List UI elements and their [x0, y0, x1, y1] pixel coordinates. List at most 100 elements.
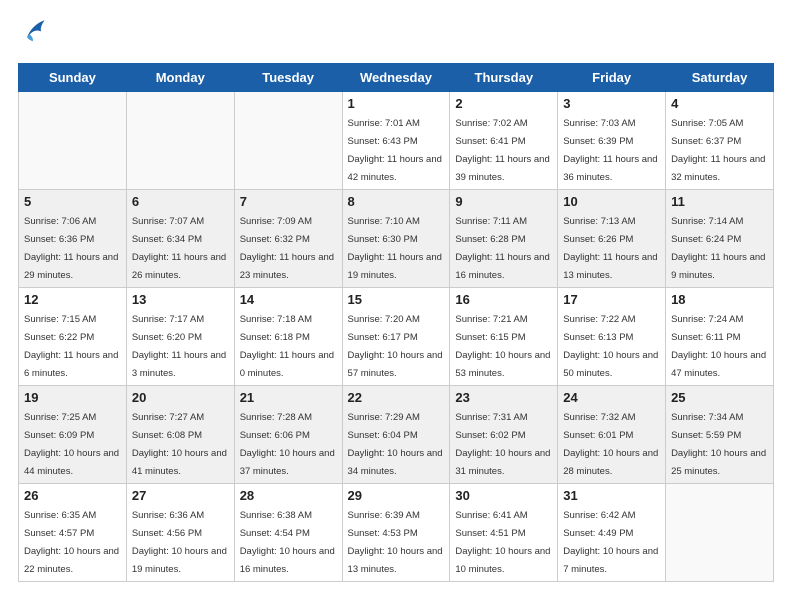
day-info: Sunrise: 7:21 AMSunset: 6:15 PMDaylight:… — [455, 314, 550, 379]
col-saturday: Saturday — [666, 64, 774, 92]
day-info: Sunrise: 7:09 AMSunset: 6:32 PMDaylight:… — [240, 216, 334, 281]
table-row: 8 Sunrise: 7:10 AMSunset: 6:30 PMDayligh… — [342, 190, 450, 288]
table-row: 6 Sunrise: 7:07 AMSunset: 6:34 PMDayligh… — [126, 190, 234, 288]
day-number: 9 — [455, 194, 552, 209]
day-number: 2 — [455, 96, 552, 111]
calendar-week-row: 12 Sunrise: 7:15 AMSunset: 6:22 PMDaylig… — [19, 288, 774, 386]
day-number: 30 — [455, 488, 552, 503]
table-row: 13 Sunrise: 7:17 AMSunset: 6:20 PMDaylig… — [126, 288, 234, 386]
day-number: 14 — [240, 292, 337, 307]
day-number: 16 — [455, 292, 552, 307]
day-number: 19 — [24, 390, 121, 405]
day-number: 23 — [455, 390, 552, 405]
table-row: 29 Sunrise: 6:39 AMSunset: 4:53 PMDaylig… — [342, 484, 450, 582]
day-info: Sunrise: 7:02 AMSunset: 6:41 PMDaylight:… — [455, 118, 549, 183]
day-info: Sunrise: 6:36 AMSunset: 4:56 PMDaylight:… — [132, 510, 227, 575]
logo-bird-icon — [20, 16, 48, 44]
table-row: 3 Sunrise: 7:03 AMSunset: 6:39 PMDayligh… — [558, 92, 666, 190]
page: Sunday Monday Tuesday Wednesday Thursday… — [0, 0, 792, 594]
table-row: 21 Sunrise: 7:28 AMSunset: 6:06 PMDaylig… — [234, 386, 342, 484]
day-number: 4 — [671, 96, 768, 111]
table-row: 30 Sunrise: 6:41 AMSunset: 4:51 PMDaylig… — [450, 484, 558, 582]
table-row: 9 Sunrise: 7:11 AMSunset: 6:28 PMDayligh… — [450, 190, 558, 288]
day-info: Sunrise: 7:27 AMSunset: 6:08 PMDaylight:… — [132, 412, 227, 477]
logo — [18, 18, 48, 49]
header — [18, 18, 774, 49]
table-row — [19, 92, 127, 190]
day-number: 1 — [348, 96, 445, 111]
day-info: Sunrise: 7:32 AMSunset: 6:01 PMDaylight:… — [563, 412, 658, 477]
table-row: 19 Sunrise: 7:25 AMSunset: 6:09 PMDaylig… — [19, 386, 127, 484]
calendar-table: Sunday Monday Tuesday Wednesday Thursday… — [18, 63, 774, 582]
day-info: Sunrise: 7:15 AMSunset: 6:22 PMDaylight:… — [24, 314, 118, 379]
table-row: 10 Sunrise: 7:13 AMSunset: 6:26 PMDaylig… — [558, 190, 666, 288]
table-row: 2 Sunrise: 7:02 AMSunset: 6:41 PMDayligh… — [450, 92, 558, 190]
table-row: 28 Sunrise: 6:38 AMSunset: 4:54 PMDaylig… — [234, 484, 342, 582]
day-info: Sunrise: 6:39 AMSunset: 4:53 PMDaylight:… — [348, 510, 443, 575]
calendar-header-row: Sunday Monday Tuesday Wednesday Thursday… — [19, 64, 774, 92]
day-info: Sunrise: 7:28 AMSunset: 6:06 PMDaylight:… — [240, 412, 335, 477]
table-row: 4 Sunrise: 7:05 AMSunset: 6:37 PMDayligh… — [666, 92, 774, 190]
day-number: 21 — [240, 390, 337, 405]
day-number: 29 — [348, 488, 445, 503]
day-info: Sunrise: 7:29 AMSunset: 6:04 PMDaylight:… — [348, 412, 443, 477]
day-info: Sunrise: 6:38 AMSunset: 4:54 PMDaylight:… — [240, 510, 335, 575]
day-number: 10 — [563, 194, 660, 209]
table-row: 31 Sunrise: 6:42 AMSunset: 4:49 PMDaylig… — [558, 484, 666, 582]
day-number: 26 — [24, 488, 121, 503]
day-number: 31 — [563, 488, 660, 503]
col-sunday: Sunday — [19, 64, 127, 92]
day-number: 13 — [132, 292, 229, 307]
day-number: 8 — [348, 194, 445, 209]
day-info: Sunrise: 7:13 AMSunset: 6:26 PMDaylight:… — [563, 216, 657, 281]
calendar-week-row: 1 Sunrise: 7:01 AMSunset: 6:43 PMDayligh… — [19, 92, 774, 190]
table-row: 17 Sunrise: 7:22 AMSunset: 6:13 PMDaylig… — [558, 288, 666, 386]
day-number: 17 — [563, 292, 660, 307]
day-number: 27 — [132, 488, 229, 503]
day-info: Sunrise: 7:31 AMSunset: 6:02 PMDaylight:… — [455, 412, 550, 477]
day-info: Sunrise: 7:25 AMSunset: 6:09 PMDaylight:… — [24, 412, 119, 477]
day-info: Sunrise: 7:11 AMSunset: 6:28 PMDaylight:… — [455, 216, 549, 281]
table-row: 24 Sunrise: 7:32 AMSunset: 6:01 PMDaylig… — [558, 386, 666, 484]
col-wednesday: Wednesday — [342, 64, 450, 92]
day-number: 11 — [671, 194, 768, 209]
calendar-week-row: 19 Sunrise: 7:25 AMSunset: 6:09 PMDaylig… — [19, 386, 774, 484]
day-number: 7 — [240, 194, 337, 209]
table-row — [666, 484, 774, 582]
table-row: 26 Sunrise: 6:35 AMSunset: 4:57 PMDaylig… — [19, 484, 127, 582]
day-number: 22 — [348, 390, 445, 405]
table-row: 23 Sunrise: 7:31 AMSunset: 6:02 PMDaylig… — [450, 386, 558, 484]
day-info: Sunrise: 7:07 AMSunset: 6:34 PMDaylight:… — [132, 216, 226, 281]
day-info: Sunrise: 7:22 AMSunset: 6:13 PMDaylight:… — [563, 314, 658, 379]
calendar-week-row: 5 Sunrise: 7:06 AMSunset: 6:36 PMDayligh… — [19, 190, 774, 288]
day-info: Sunrise: 7:20 AMSunset: 6:17 PMDaylight:… — [348, 314, 443, 379]
table-row: 15 Sunrise: 7:20 AMSunset: 6:17 PMDaylig… — [342, 288, 450, 386]
table-row: 1 Sunrise: 7:01 AMSunset: 6:43 PMDayligh… — [342, 92, 450, 190]
table-row: 22 Sunrise: 7:29 AMSunset: 6:04 PMDaylig… — [342, 386, 450, 484]
table-row — [234, 92, 342, 190]
table-row: 27 Sunrise: 6:36 AMSunset: 4:56 PMDaylig… — [126, 484, 234, 582]
day-number: 6 — [132, 194, 229, 209]
day-info: Sunrise: 7:03 AMSunset: 6:39 PMDaylight:… — [563, 118, 657, 183]
day-number: 28 — [240, 488, 337, 503]
day-info: Sunrise: 6:42 AMSunset: 4:49 PMDaylight:… — [563, 510, 658, 575]
calendar-week-row: 26 Sunrise: 6:35 AMSunset: 4:57 PMDaylig… — [19, 484, 774, 582]
day-info: Sunrise: 7:17 AMSunset: 6:20 PMDaylight:… — [132, 314, 226, 379]
day-number: 3 — [563, 96, 660, 111]
day-number: 20 — [132, 390, 229, 405]
day-number: 24 — [563, 390, 660, 405]
day-info: Sunrise: 7:06 AMSunset: 6:36 PMDaylight:… — [24, 216, 118, 281]
day-number: 18 — [671, 292, 768, 307]
col-tuesday: Tuesday — [234, 64, 342, 92]
table-row: 12 Sunrise: 7:15 AMSunset: 6:22 PMDaylig… — [19, 288, 127, 386]
day-info: Sunrise: 7:14 AMSunset: 6:24 PMDaylight:… — [671, 216, 765, 281]
table-row: 14 Sunrise: 7:18 AMSunset: 6:18 PMDaylig… — [234, 288, 342, 386]
table-row: 5 Sunrise: 7:06 AMSunset: 6:36 PMDayligh… — [19, 190, 127, 288]
day-info: Sunrise: 7:05 AMSunset: 6:37 PMDaylight:… — [671, 118, 765, 183]
table-row: 16 Sunrise: 7:21 AMSunset: 6:15 PMDaylig… — [450, 288, 558, 386]
day-number: 25 — [671, 390, 768, 405]
table-row — [126, 92, 234, 190]
table-row: 20 Sunrise: 7:27 AMSunset: 6:08 PMDaylig… — [126, 386, 234, 484]
day-info: Sunrise: 7:24 AMSunset: 6:11 PMDaylight:… — [671, 314, 766, 379]
table-row: 25 Sunrise: 7:34 AMSunset: 5:59 PMDaylig… — [666, 386, 774, 484]
